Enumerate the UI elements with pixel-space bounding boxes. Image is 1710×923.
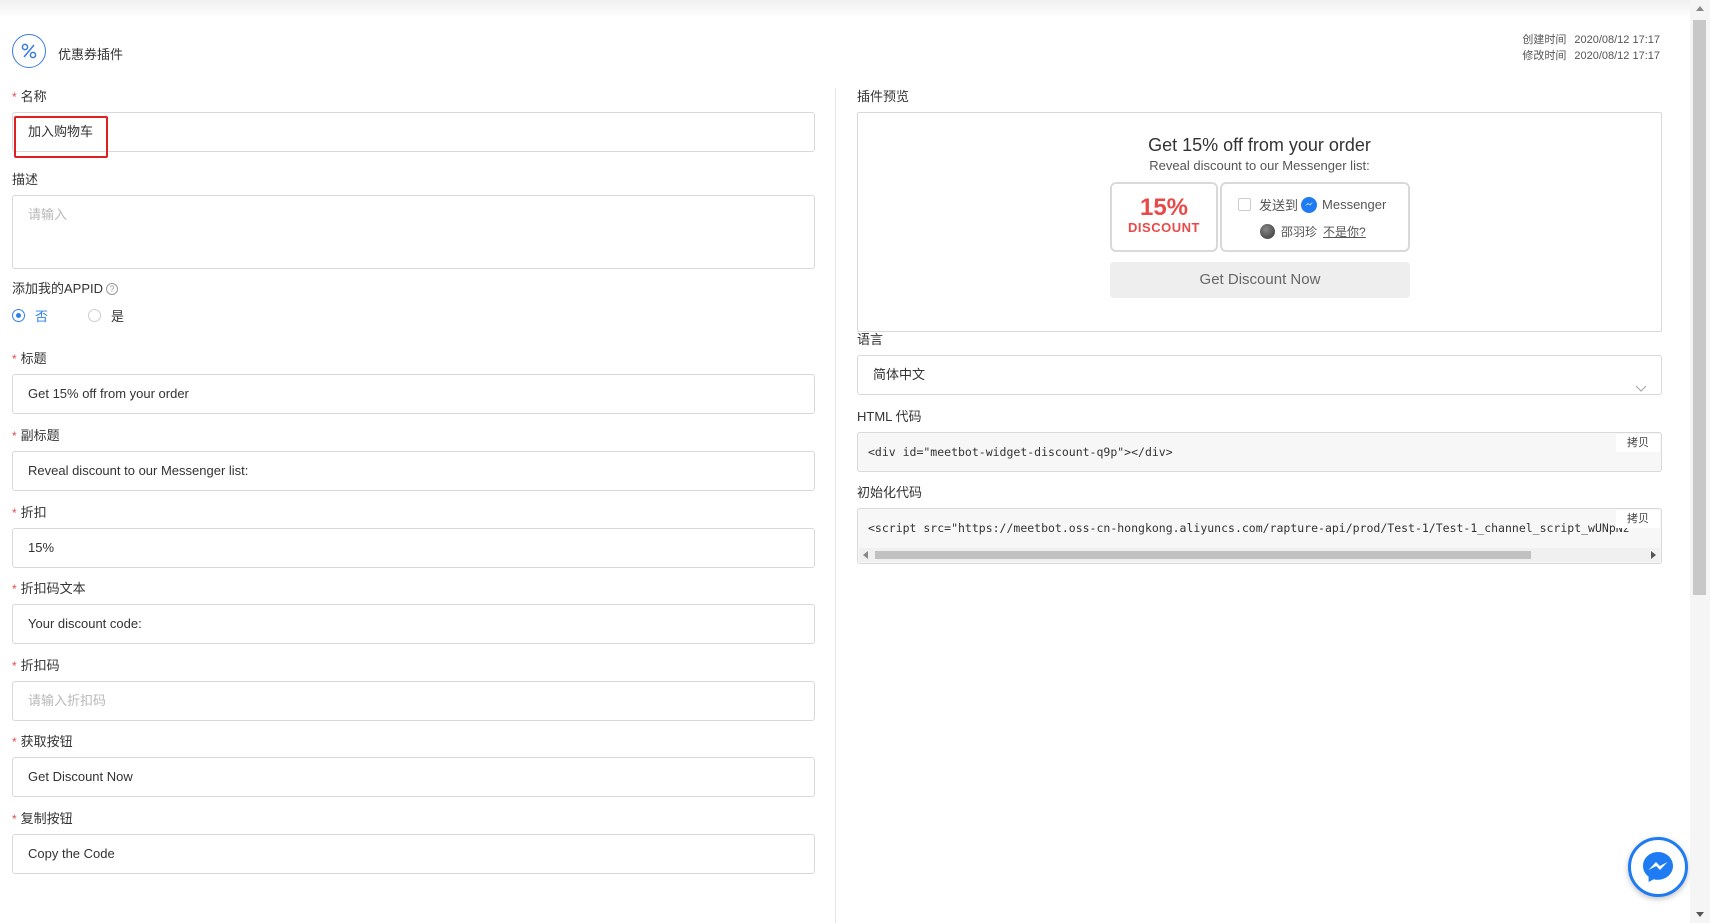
top-bar bbox=[0, 0, 1690, 18]
required-mark: * bbox=[12, 429, 17, 443]
code-text-field: * 折扣码文本 Your discount code: bbox=[12, 580, 815, 644]
discount-label: 折扣 bbox=[20, 505, 47, 520]
appid-label: 添加我的APPID bbox=[12, 281, 104, 296]
vertical-scrollbar[interactable] bbox=[1690, 0, 1710, 923]
language-label: 语言 bbox=[857, 332, 884, 347]
copy-button-input[interactable]: Copy the Code bbox=[12, 834, 815, 874]
copy-init-button[interactable]: 拷贝 bbox=[1616, 510, 1660, 528]
subtitle-input[interactable]: Reveal discount to our Messenger list: bbox=[12, 451, 815, 491]
preview-label: 插件预览 bbox=[857, 89, 910, 104]
not-you-link[interactable]: 不是你? bbox=[1323, 223, 1366, 240]
created-label: 创建时间 bbox=[1522, 34, 1567, 46]
description-label: 描述 bbox=[12, 172, 39, 187]
help-icon[interactable]: ? bbox=[106, 283, 119, 295]
init-code-box[interactable]: <script src="https://meetbot.oss-cn-hong… bbox=[857, 508, 1662, 564]
code-text-label: 折扣码文本 bbox=[20, 581, 86, 596]
discount-card: 15% DISCOUNT bbox=[1110, 182, 1218, 252]
description-textarea[interactable]: 请输入 bbox=[12, 195, 815, 269]
init-code-text: <script src="https://meetbot.oss-cn-hong… bbox=[868, 521, 1630, 535]
subtitle-label: 副标题 bbox=[20, 428, 60, 443]
discount-percent: 15% bbox=[1139, 194, 1189, 221]
scroll-down-icon[interactable] bbox=[1696, 912, 1704, 917]
radio-yes[interactable]: 是 bbox=[88, 306, 124, 325]
preview-subtitle: Reveal discount to our Messenger list: bbox=[1149, 158, 1370, 173]
code-text-input[interactable]: Your discount code: bbox=[12, 604, 815, 644]
radio-no-label: 否 bbox=[35, 309, 49, 324]
highlight-box bbox=[14, 116, 108, 158]
name-label: 名称 bbox=[20, 89, 47, 104]
get-button-label: 获取按钮 bbox=[20, 734, 73, 749]
appid-radio-group: 否 是 bbox=[12, 306, 815, 325]
avatar bbox=[1260, 224, 1275, 239]
preview-get-discount-button[interactable]: Get Discount Now bbox=[1110, 262, 1410, 298]
discount-field: * 折扣 15% bbox=[12, 504, 815, 568]
scrollbar-thumb[interactable] bbox=[875, 551, 1531, 559]
radio-dot bbox=[88, 309, 102, 322]
messenger-optin: 发送到 Messenger 邵羽珍 不是你? bbox=[1220, 182, 1410, 252]
required-mark: * bbox=[12, 506, 17, 520]
required-mark: * bbox=[12, 735, 17, 749]
html-code-text: <div id="meetbot-widget-discount-q9p"></… bbox=[868, 445, 1173, 459]
preview-title: Get 15% off from your order bbox=[1148, 135, 1371, 155]
scroll-right-icon[interactable] bbox=[1651, 551, 1656, 559]
messenger-icon bbox=[1643, 852, 1673, 882]
modified-label: 修改时间 bbox=[1522, 50, 1567, 62]
appid-field: 添加我的APPID? 否 是 bbox=[12, 280, 815, 325]
send-to-label: 发送到 bbox=[1259, 198, 1299, 213]
radio-no[interactable]: 否 bbox=[12, 306, 48, 325]
timestamps: 创建时间 2020/08/12 17:17 修改时间 2020/08/12 17:1… bbox=[1522, 32, 1660, 64]
column-divider bbox=[835, 88, 836, 923]
copy-html-button[interactable]: 拷贝 bbox=[1616, 434, 1660, 452]
coupon-plugin-page: 优惠券插件 创建时间 2020/08/12 17:17 修改时间 2020/08/1… bbox=[0, 18, 1690, 923]
code-input[interactable]: 请输入折扣码 bbox=[12, 681, 815, 721]
init-code-label: 初始化代码 bbox=[857, 485, 923, 500]
scroll-left-icon[interactable] bbox=[863, 551, 868, 559]
title-field: * 标题 Get 15% off from your order bbox=[12, 350, 815, 414]
code-label: 折扣码 bbox=[20, 658, 60, 673]
html-code-label: HTML 代码 bbox=[857, 409, 922, 424]
messenger-chat-button[interactable] bbox=[1628, 837, 1688, 897]
language-select[interactable]: 简体中文 bbox=[857, 355, 1662, 395]
messenger-label: Messenger bbox=[1322, 197, 1387, 212]
get-button-input[interactable]: Get Discount Now bbox=[12, 757, 815, 797]
required-mark: * bbox=[12, 582, 17, 596]
required-mark: * bbox=[12, 812, 17, 826]
modified-value: 2020/08/12 17:17 bbox=[1574, 50, 1660, 62]
html-code-box[interactable]: <div id="meetbot-widget-discount-q9p"></… bbox=[857, 432, 1662, 472]
name-input[interactable]: 加入购物车 bbox=[12, 112, 815, 152]
language-field: 语言 简体中文 bbox=[857, 331, 1662, 395]
send-checkbox[interactable] bbox=[1238, 198, 1251, 211]
description-field: 描述 请输入 bbox=[12, 171, 815, 269]
required-mark: * bbox=[12, 352, 17, 366]
radio-dot bbox=[12, 309, 25, 322]
scrollbar-thumb[interactable] bbox=[1693, 20, 1706, 595]
required-mark: * bbox=[12, 90, 17, 104]
subtitle-field: * 副标题 Reveal discount to our Messenger li… bbox=[12, 427, 815, 491]
horizontal-scrollbar[interactable] bbox=[859, 548, 1660, 562]
scroll-up-icon[interactable] bbox=[1696, 6, 1704, 11]
discount-input[interactable]: 15% bbox=[12, 528, 815, 568]
radio-yes-label: 是 bbox=[111, 309, 125, 324]
messenger-icon bbox=[1301, 196, 1318, 213]
copy-button-field: * 复制按钮 Copy the Code bbox=[12, 810, 815, 874]
copy-button-label: 复制按钮 bbox=[20, 811, 73, 826]
name-field: * 名称 加入购物车 bbox=[12, 88, 815, 158]
get-button-field: * 获取按钮 Get Discount Now bbox=[12, 733, 815, 797]
html-code-field: HTML 代码 <div id="meetbot-widget-discount… bbox=[857, 408, 1662, 472]
discount-word: DISCOUNT bbox=[1128, 220, 1200, 235]
created-value: 2020/08/12 17:17 bbox=[1574, 34, 1660, 46]
init-code-field: 初始化代码 <script src="https://meetbot.oss-c… bbox=[857, 484, 1662, 564]
percent-icon bbox=[12, 34, 46, 68]
required-mark: * bbox=[12, 659, 17, 673]
preview-section: 插件预览 Get 15% off from your order Reveal … bbox=[857, 88, 1662, 332]
plugin-preview: Get 15% off from your order Reveal disco… bbox=[857, 112, 1662, 332]
code-field: * 折扣码 请输入折扣码 bbox=[12, 657, 815, 721]
title-label: 标题 bbox=[20, 351, 47, 366]
user-name: 邵羽珍 bbox=[1281, 225, 1318, 239]
language-value: 简体中文 bbox=[873, 367, 926, 382]
page-title: 优惠券插件 bbox=[58, 47, 124, 62]
title-input[interactable]: Get 15% off from your order bbox=[12, 374, 815, 414]
chevron-down-icon bbox=[1635, 370, 1647, 408]
